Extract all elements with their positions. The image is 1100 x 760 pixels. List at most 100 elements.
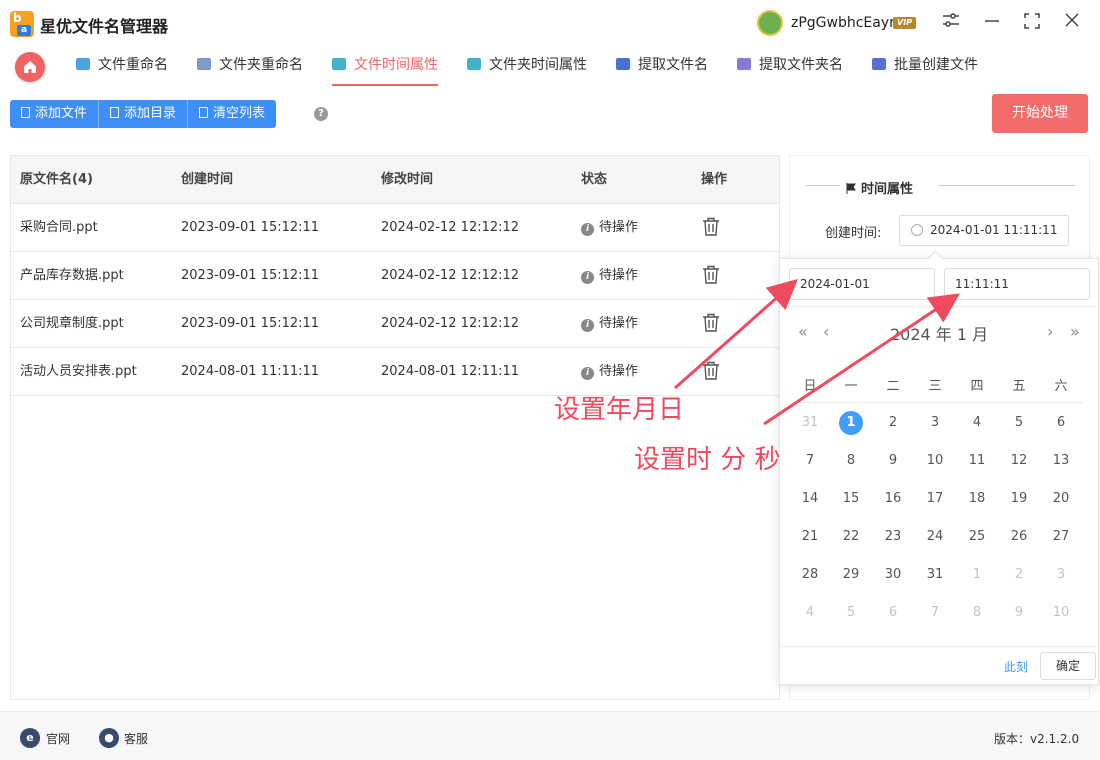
calendar-day[interactable]: 10 bbox=[920, 448, 950, 474]
calendar-day[interactable]: 23 bbox=[878, 524, 908, 550]
table-row[interactable]: 采购合同.ppt 2023-09-01 15:12:11 2024-02-12 … bbox=[11, 204, 779, 252]
toolbar: 添加文件 添加目录 清空列表 bbox=[10, 100, 277, 128]
calendar-day[interactable]: 20 bbox=[1046, 486, 1076, 512]
panel-title: 时间属性 bbox=[846, 178, 913, 197]
calendar-day[interactable]: 25 bbox=[962, 524, 992, 550]
calendar-day[interactable]: 6 bbox=[1046, 410, 1076, 436]
calendar-day[interactable]: 17 bbox=[920, 486, 950, 512]
calendar-day[interactable]: 13 bbox=[1046, 448, 1076, 474]
picker-time-input[interactable]: 11:11:11 bbox=[944, 268, 1090, 300]
calendar-day[interactable]: 6 bbox=[878, 600, 908, 626]
calendar-day[interactable]: 18 bbox=[962, 486, 992, 512]
calendar-day[interactable]: 1 bbox=[962, 562, 992, 588]
start-processing-button[interactable]: 开始处理 bbox=[992, 94, 1088, 133]
table-row[interactable]: 公司规章制度.ppt 2023-09-01 15:12:11 2024-02-1… bbox=[11, 300, 779, 348]
table-row[interactable]: 产品库存数据.ppt 2023-09-01 15:12:11 2024-02-1… bbox=[11, 252, 779, 300]
delete-icon[interactable] bbox=[702, 265, 720, 284]
tab-extract-filename[interactable]: 提取文件名 bbox=[616, 46, 708, 86]
calendar-day[interactable]: 7 bbox=[920, 600, 950, 626]
website-link[interactable]: 官网 bbox=[46, 730, 70, 747]
confirm-button[interactable]: 确定 bbox=[1040, 652, 1096, 680]
calendar-day[interactable]: 29 bbox=[836, 562, 866, 588]
help-icon[interactable]: ? bbox=[314, 107, 328, 121]
divider bbox=[780, 306, 1098, 307]
calendar-day[interactable]: 14 bbox=[795, 486, 825, 512]
calendar-day[interactable]: 31 bbox=[795, 410, 825, 436]
cell-filename: 产品库存数据.ppt bbox=[20, 268, 124, 283]
calendar-day[interactable]: 16 bbox=[878, 486, 908, 512]
delete-icon[interactable] bbox=[702, 361, 720, 380]
weekday-label: 六 bbox=[1054, 379, 1068, 394]
support-link[interactable]: 客服 bbox=[124, 730, 148, 747]
username[interactable]: zPgGwbhcEayr bbox=[791, 15, 895, 31]
calendar-day[interactable]: 8 bbox=[962, 600, 992, 626]
table-header: 原文件名(4) 创建时间 修改时间 状态 操作 bbox=[11, 156, 779, 204]
calendar-day[interactable]: 11 bbox=[962, 448, 992, 474]
tab-folder-rename[interactable]: 文件夹重命名 bbox=[197, 46, 303, 86]
picker-month-header[interactable]: 2024 年 1 月 bbox=[890, 321, 988, 345]
calendar-day[interactable]: 9 bbox=[1004, 600, 1034, 626]
calendar-day[interactable]: 19 bbox=[1004, 486, 1034, 512]
folder-time-icon bbox=[467, 58, 481, 70]
prev-year-icon[interactable]: « bbox=[798, 322, 808, 341]
close-icon[interactable] bbox=[1061, 12, 1083, 34]
calendar-day[interactable]: 4 bbox=[795, 600, 825, 626]
add-file-button[interactable]: 添加文件 bbox=[10, 100, 100, 128]
picker-date-input[interactable]: 2024-01-01 bbox=[789, 268, 935, 300]
calendar-day[interactable]: 4 bbox=[962, 410, 992, 436]
info-icon: i bbox=[581, 223, 594, 236]
weekday-label: 四 bbox=[970, 379, 984, 394]
calendar-day[interactable]: 28 bbox=[795, 562, 825, 588]
calendar-day[interactable]: 8 bbox=[836, 448, 866, 474]
calendar-day[interactable]: 15 bbox=[836, 486, 866, 512]
calendar-day[interactable]: 22 bbox=[836, 524, 866, 550]
calendar-day[interactable]: 24 bbox=[920, 524, 950, 550]
maximize-icon[interactable] bbox=[1021, 12, 1043, 34]
calendar-day[interactable]: 26 bbox=[1004, 524, 1034, 550]
calendar-day[interactable]: 3 bbox=[1046, 562, 1076, 588]
calendar-day[interactable]: 10 bbox=[1046, 600, 1076, 626]
calendar-day[interactable]: 5 bbox=[836, 600, 866, 626]
tab-folder-time-attributes[interactable]: 文件夹时间属性 bbox=[467, 46, 587, 86]
prev-month-icon[interactable]: ‹ bbox=[823, 322, 829, 341]
created-time-label: 创建时间: bbox=[825, 226, 882, 241]
clear-list-button[interactable]: 清空列表 bbox=[188, 100, 277, 128]
calendar-day[interactable]: 12 bbox=[1004, 448, 1034, 474]
chat-icon[interactable]: ● bbox=[99, 728, 119, 748]
delete-icon[interactable] bbox=[702, 313, 720, 332]
cell-status: i 待操作 bbox=[581, 252, 638, 300]
divider bbox=[780, 646, 1098, 647]
add-directory-button[interactable]: 添加目录 bbox=[99, 100, 189, 128]
created-time-input[interactable]: 2024-01-01 11:11:11 bbox=[899, 215, 1069, 246]
calendar-day[interactable]: 3 bbox=[920, 410, 950, 436]
minimize-icon[interactable] bbox=[981, 12, 1003, 34]
calendar-day[interactable]: 2 bbox=[878, 410, 908, 436]
home-button[interactable] bbox=[15, 52, 45, 82]
tab-file-time-attributes[interactable]: 文件时间属性 bbox=[332, 46, 438, 86]
calendar-day[interactable]: 2 bbox=[1004, 562, 1034, 588]
calendar-day[interactable]: 5 bbox=[1004, 410, 1034, 436]
cell-created: 2023-09-01 15:12:11 bbox=[181, 220, 320, 235]
next-month-icon[interactable]: › bbox=[1047, 322, 1053, 341]
cell-modified: 2024-02-12 12:12:12 bbox=[381, 220, 520, 235]
cell-filename: 公司规章制度.ppt bbox=[20, 316, 124, 331]
calendar-day[interactable]: 7 bbox=[795, 448, 825, 474]
tab-batch-create[interactable]: 批量创建文件 bbox=[872, 46, 978, 86]
calendar-day[interactable]: 27 bbox=[1046, 524, 1076, 550]
avatar[interactable] bbox=[757, 10, 783, 36]
datetime-picker: 2024-01-01 11:11:11 « ‹ 2024 年 1 月 › » 日… bbox=[779, 258, 1099, 685]
calendar-day[interactable]: 31 bbox=[920, 562, 950, 588]
calendar-day[interactable]: 21 bbox=[795, 524, 825, 550]
calendar-day[interactable]: 1 bbox=[836, 410, 866, 436]
header-actions: 操作 bbox=[701, 172, 728, 187]
cell-created: 2023-09-01 15:12:11 bbox=[181, 268, 320, 283]
calendar-day[interactable]: 9 bbox=[878, 448, 908, 474]
delete-icon[interactable] bbox=[702, 217, 720, 236]
settings-icon[interactable] bbox=[940, 12, 962, 34]
tab-extract-foldername[interactable]: 提取文件夹名 bbox=[737, 46, 843, 86]
tab-file-rename[interactable]: 文件重命名 bbox=[76, 46, 168, 86]
now-button[interactable]: 此刻 bbox=[1004, 658, 1028, 675]
calendar-day[interactable]: 30 bbox=[878, 562, 908, 588]
website-icon[interactable]: e bbox=[20, 728, 40, 748]
next-year-icon[interactable]: » bbox=[1070, 322, 1080, 341]
